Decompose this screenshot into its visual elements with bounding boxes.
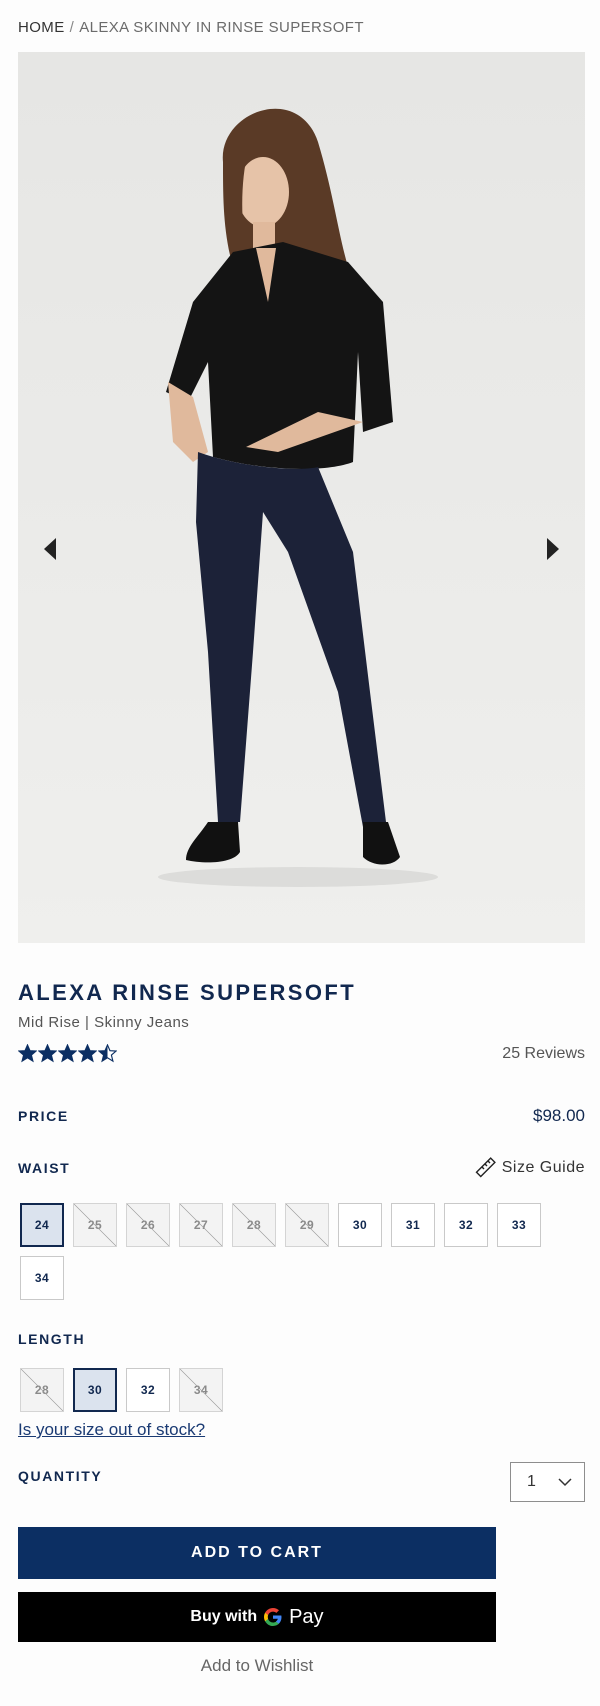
length-size-options: 28 30 32 34 [20, 1368, 560, 1412]
quantity-select[interactable]: 1 [510, 1462, 585, 1502]
chevron-left-icon [44, 538, 56, 560]
price-value: $98.00 [533, 1106, 585, 1125]
waist-size-option[interactable]: 32 [444, 1203, 488, 1247]
waist-size-option[interactable]: 29 [285, 1203, 329, 1247]
length-size-option[interactable]: 32 [126, 1368, 170, 1412]
add-to-cart-label: ADD TO CART [191, 1544, 323, 1561]
waist-size-option[interactable]: 28 [232, 1203, 276, 1247]
length-size-option[interactable]: 34 [179, 1368, 223, 1412]
waist-label: WAIST [18, 1160, 71, 1176]
star-icon [38, 1044, 57, 1063]
breadcrumb: HOME / ALEXA SKINNY IN RINSE SUPERSOFT [18, 19, 364, 36]
google-g-logo [263, 1607, 283, 1627]
star-icon [18, 1044, 37, 1063]
waist-size-option[interactable]: 34 [20, 1256, 64, 1300]
price-label: PRICE [18, 1108, 69, 1124]
waist-size-option[interactable]: 31 [391, 1203, 435, 1247]
length-size-option[interactable]: 30 [73, 1368, 117, 1412]
length-label: LENGTH [18, 1331, 86, 1347]
star-icon [58, 1044, 77, 1063]
size-guide-label: Size Guide [501, 1159, 585, 1176]
gpay-pay-label: Pay [289, 1605, 324, 1628]
waist-size-option[interactable]: 26 [126, 1203, 170, 1247]
waist-size-option[interactable]: 30 [338, 1203, 382, 1247]
star-icon [98, 1044, 117, 1063]
waist-size-option[interactable]: 33 [497, 1203, 541, 1247]
chevron-down-icon [558, 1478, 572, 1487]
google-g-icon [264, 1608, 282, 1626]
product-image-gallery [18, 52, 585, 943]
waist-size-option[interactable]: 24 [20, 1203, 64, 1247]
quantity-value: 1 [527, 1473, 536, 1490]
breadcrumb-separator: / [69, 19, 75, 36]
product-photo [18, 52, 585, 943]
gallery-next-button[interactable] [541, 534, 565, 564]
size-out-of-stock-link[interactable]: Is your size out of stock? [18, 1420, 205, 1440]
add-to-cart-button[interactable]: ADD TO CART [18, 1527, 496, 1579]
ruler-icon [475, 1157, 496, 1178]
buy-with-label: Buy with [190, 1608, 258, 1625]
product-subtitle: Mid Rise | Skinny Jeans [18, 1014, 190, 1031]
breadcrumb-current: ALEXA SKINNY IN RINSE SUPERSOFT [79, 19, 364, 36]
quantity-label: QUANTITY [18, 1468, 103, 1484]
gallery-prev-button[interactable] [38, 534, 62, 564]
length-size-option[interactable]: 28 [20, 1368, 64, 1412]
reviews-link[interactable]: 25 Reviews [502, 1045, 585, 1063]
size-guide-link[interactable]: Size Guide [474, 1157, 585, 1179]
chevron-right-icon [547, 538, 559, 560]
product-title: ALEXA RINSE SUPERSOFT [18, 980, 357, 1005]
add-to-wishlist-link[interactable]: Add to Wishlist [18, 1656, 496, 1676]
google-pay-button[interactable]: Buy with Pay [18, 1592, 496, 1642]
breadcrumb-home-link[interactable]: HOME [18, 19, 65, 36]
rating-stars [18, 1044, 117, 1063]
waist-size-option[interactable]: 27 [179, 1203, 223, 1247]
star-icon [78, 1044, 97, 1063]
waist-size-options: 24 25 26 27 28 29 30 31 32 33 34 [20, 1203, 560, 1300]
waist-size-option[interactable]: 25 [73, 1203, 117, 1247]
